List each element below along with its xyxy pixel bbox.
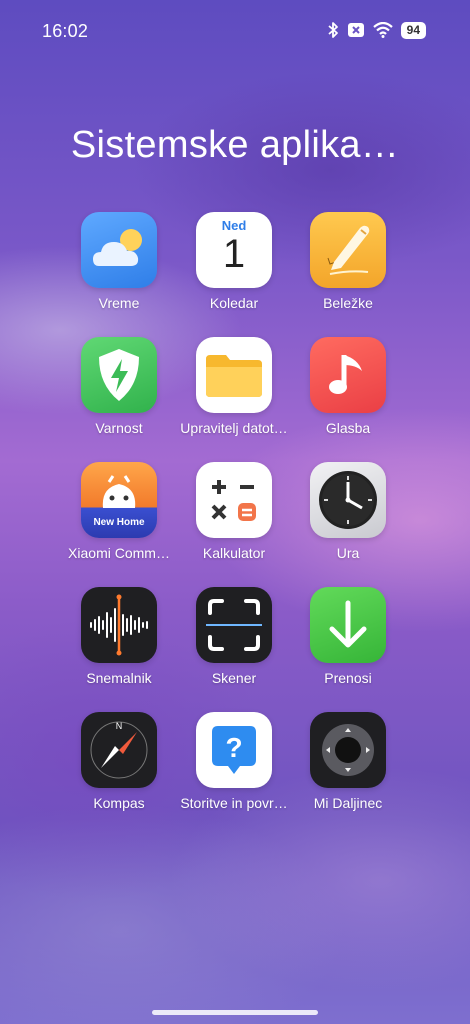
app-label: Kompas — [93, 795, 145, 811]
calendar-icon: Ned 1 — [196, 212, 272, 288]
sound-recorder-icon — [81, 587, 157, 663]
app-label: Xiaomi Comm… — [68, 545, 170, 561]
app-label: Ura — [336, 545, 360, 561]
sim-disabled-icon — [347, 23, 364, 37]
app-koledar[interactable]: Ned 1 Koledar — [174, 212, 294, 311]
app-xiaomi-community[interactable]: New Home Xiaomi Comm… — [59, 462, 179, 561]
app-varnost[interactable]: Varnost — [59, 337, 179, 436]
app-kompas[interactable]: N Kompas — [59, 712, 179, 811]
home-indicator[interactable] — [152, 1010, 318, 1015]
wifi-icon — [372, 22, 393, 38]
app-label: Storitve in povr… — [180, 795, 288, 811]
weather-icon — [81, 212, 157, 288]
app-mi-daljinec[interactable]: Mi Daljinec — [288, 712, 408, 811]
app-label: Koledar — [209, 295, 259, 311]
status-icons: 94 — [327, 21, 426, 39]
security-shield-icon — [81, 337, 157, 413]
app-ura[interactable]: Ura — [288, 462, 408, 561]
app-snemalnik[interactable]: Snemalnik — [59, 587, 179, 686]
app-label: Kalkulator — [202, 545, 266, 561]
app-upravitelj-datotek[interactable]: Upravitelj datot… — [174, 337, 294, 436]
file-manager-folder-icon — [196, 337, 272, 413]
app-kalkulator[interactable]: Kalkulator — [174, 462, 294, 561]
compass-icon: N — [81, 712, 157, 788]
app-glasba[interactable]: Glasba — [288, 337, 408, 436]
notes-icon — [310, 212, 386, 288]
app-label: Upravitelj datot… — [180, 420, 288, 436]
svg-text:N: N — [116, 721, 123, 731]
app-label: Beležke — [323, 295, 373, 311]
app-storitve[interactable]: ? Storitve in povr… — [174, 712, 294, 811]
app-label: Snemalnik — [86, 670, 152, 686]
app-label: Prenosi — [324, 670, 372, 686]
svg-text:?: ? — [225, 732, 242, 763]
status-time: 16:02 — [42, 21, 89, 41]
status-bar: 16:02 94 — [0, 0, 470, 62]
clock-icon — [310, 462, 386, 538]
bluetooth-icon — [328, 22, 338, 38]
app-label: Skener — [211, 670, 257, 686]
app-prenosi[interactable]: Prenosi — [288, 587, 408, 686]
music-note-icon — [310, 337, 386, 413]
scanner-icon — [196, 587, 272, 663]
xiaomi-community-badge: New Home — [93, 517, 145, 528]
app-skener[interactable]: Skener — [174, 587, 294, 686]
battery-indicator: 94 — [400, 21, 426, 39]
calculator-icon — [196, 462, 272, 538]
xiaomi-community-icon: New Home — [81, 462, 157, 538]
app-vreme[interactable]: Vreme — [59, 212, 179, 311]
folder-title[interactable]: Sistemske aplika… — [0, 124, 470, 167]
calendar-day-name: Ned — [221, 218, 247, 233]
calendar-day-number: 1 — [222, 232, 246, 276]
app-label: Vreme — [98, 295, 140, 311]
app-belezke[interactable]: Beležke — [288, 212, 408, 311]
downloads-icon — [310, 587, 386, 663]
mi-remote-icon — [310, 712, 386, 788]
app-label: Glasba — [325, 420, 371, 436]
app-label: Varnost — [95, 420, 143, 436]
app-label: Mi Daljinec — [313, 795, 383, 811]
services-feedback-icon: ? — [196, 712, 272, 788]
